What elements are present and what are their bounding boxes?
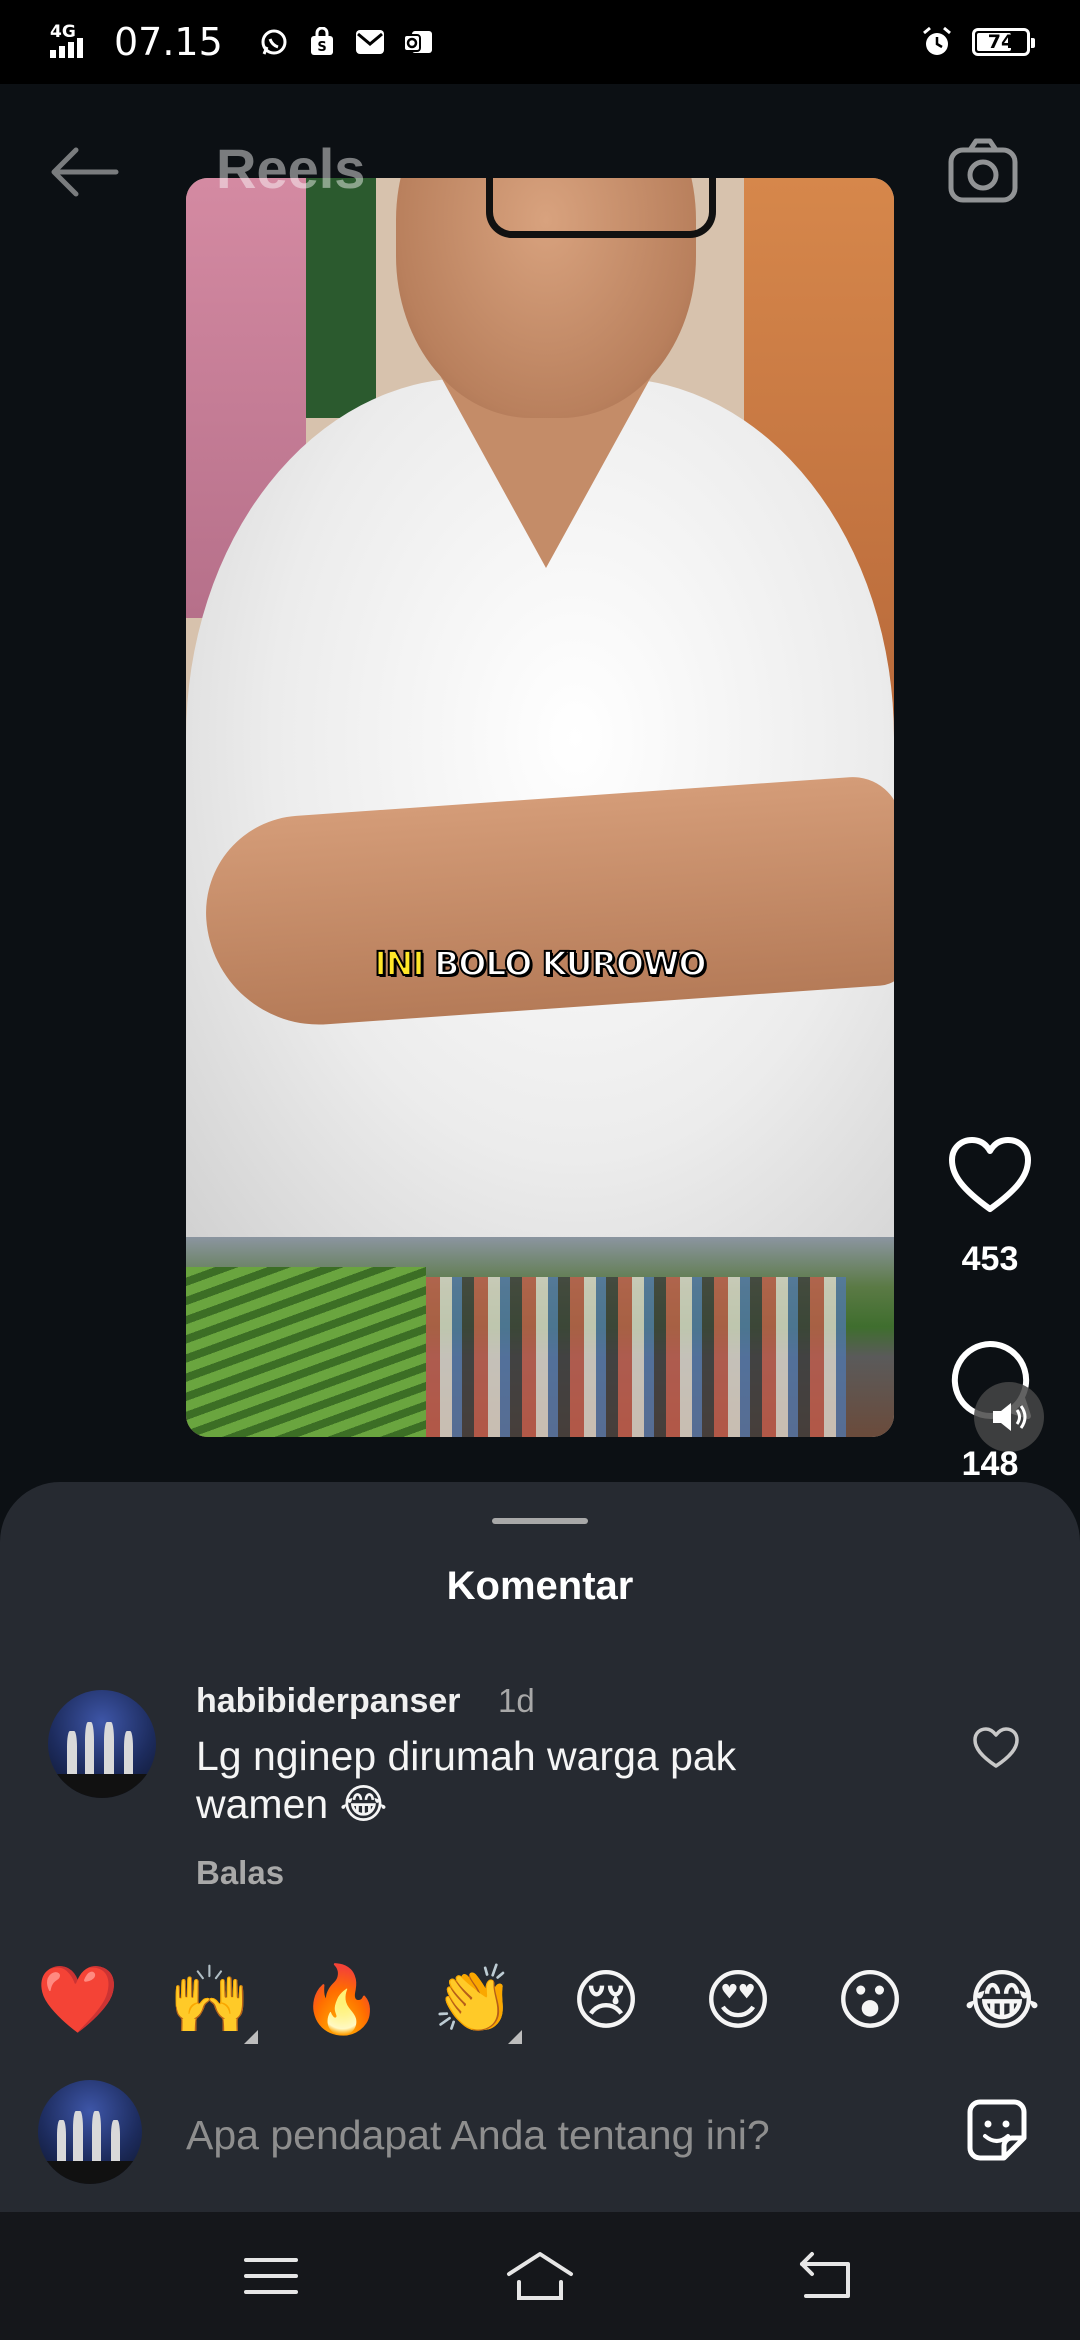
comment-text: Lg nginep dirumah warga pak wamen 😂 xyxy=(196,1733,737,1827)
sheet-drag-handle[interactable] xyxy=(492,1518,588,1524)
heart-outline-icon xyxy=(949,1137,1031,1212)
reaction-heart-eyes[interactable]: 😍 xyxy=(688,1950,788,2050)
reels-header: Reels xyxy=(0,84,1080,254)
sticker-button[interactable] xyxy=(960,2094,1034,2168)
comment-count: 148 xyxy=(961,1445,1019,1483)
clock: 07.15 xyxy=(114,20,223,64)
reel-background: INI BOLO KUROWO xyxy=(0,84,1080,1484)
reply-button[interactable]: Balas xyxy=(196,1854,284,1892)
reaction-raised-hands[interactable]: 🙌 xyxy=(160,1950,260,2050)
comment-composer xyxy=(0,2062,1080,2212)
reaction-crying[interactable]: 😢 xyxy=(556,1950,656,2050)
shopping-bag-icon: S xyxy=(305,25,339,59)
reel-video[interactable]: INI BOLO KUROWO xyxy=(186,178,894,1437)
heart-outline-icon xyxy=(973,1727,1019,1768)
battery-level: 74 xyxy=(987,31,1015,53)
reaction-fire[interactable]: 🔥 xyxy=(292,1950,392,2050)
svg-text:S: S xyxy=(317,40,326,55)
reaction-clap[interactable]: 👏 xyxy=(424,1950,524,2050)
like-button[interactable] xyxy=(946,1135,1034,1215)
comment-timestamp: 1d xyxy=(498,1682,535,1719)
video-caption-highlight: INI xyxy=(373,943,425,984)
system-nav-bar xyxy=(0,2212,1080,2340)
arrow-left-icon xyxy=(51,147,119,197)
quick-reaction-bar: ❤️ 🙌 🔥 👏 😢 😍 😮 😂 xyxy=(0,1950,1080,2050)
whatsapp-icon xyxy=(257,25,291,59)
status-right: 74 xyxy=(920,25,1035,59)
back-button[interactable] xyxy=(46,142,120,202)
camera-icon xyxy=(948,138,1018,203)
video-village-strip xyxy=(186,1237,894,1437)
comment-item: habibiderpanser 1d Lg nginep dirumah war… xyxy=(0,1682,1080,1902)
reaction-laughing[interactable]: 😂 xyxy=(952,1950,1052,2050)
video-caption: INI BOLO KUROWO xyxy=(186,943,894,984)
mail-icon xyxy=(353,25,387,59)
comments-sheet: Komentar habibiderpanser 1d Lg nginep di… xyxy=(0,1482,1080,2212)
back-icon xyxy=(800,2252,850,2298)
speaker-muted-icon xyxy=(993,1403,1027,1431)
outlook-icon xyxy=(401,25,435,59)
comment-like-button[interactable] xyxy=(972,1726,1020,1770)
hamburger-icon xyxy=(244,2258,298,2294)
camera-button[interactable] xyxy=(946,136,1020,206)
reaction-surprised[interactable]: 😮 xyxy=(820,1950,920,2050)
commenter-avatar[interactable] xyxy=(48,1690,156,1798)
status-left: 4G 07.15 S xyxy=(50,20,435,64)
comment-input[interactable] xyxy=(186,2100,866,2170)
battery-icon: 74 xyxy=(972,28,1035,56)
video-caption-text: BOLO KUROWO xyxy=(433,943,707,984)
comment-username[interactable]: habibiderpanser xyxy=(196,1682,461,1721)
nav-home-button[interactable] xyxy=(505,2246,575,2306)
like-count: 453 xyxy=(961,1240,1019,1278)
home-icon xyxy=(507,2252,573,2300)
nav-menu-button[interactable] xyxy=(236,2246,306,2306)
nav-back-button[interactable] xyxy=(790,2246,860,2306)
status-bar: 4G 07.15 S 74 xyxy=(0,0,1080,84)
my-avatar xyxy=(38,2080,142,2184)
mute-button[interactable] xyxy=(974,1382,1044,1452)
signal-icon: 4G xyxy=(50,22,100,62)
alarm-icon xyxy=(920,25,954,59)
sheet-title: Komentar xyxy=(446,1564,634,1608)
reaction-heart[interactable]: ❤️ xyxy=(28,1950,128,2050)
page-title: Reels xyxy=(216,137,366,200)
sticker-icon xyxy=(967,2099,1027,2161)
